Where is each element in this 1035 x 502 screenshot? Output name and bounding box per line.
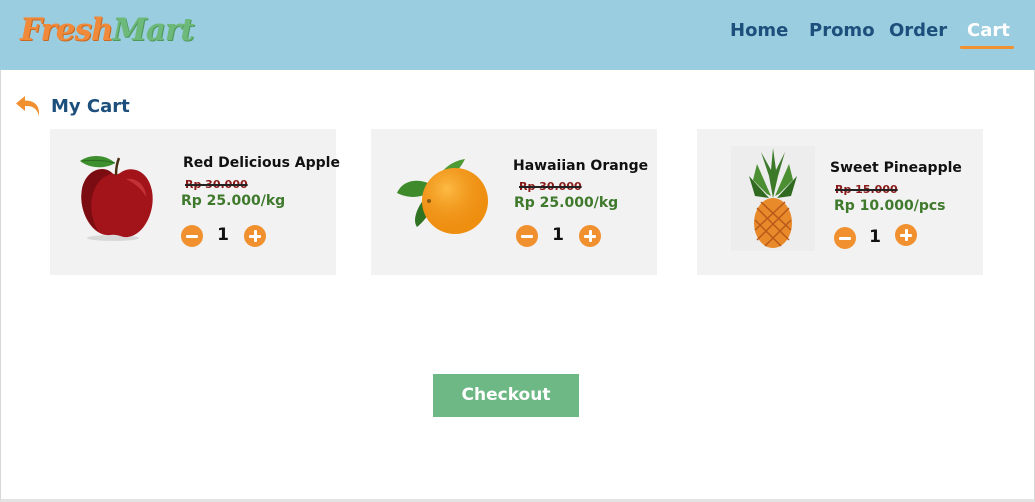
product-name: Hawaiian Orange	[513, 158, 649, 174]
minus-icon	[521, 234, 533, 238]
original-price: Rp 30.000	[519, 180, 582, 193]
increase-qty-button[interactable]	[895, 224, 917, 246]
discount-price: Rp 25.000/kg	[181, 193, 286, 209]
checkout-button[interactable]: Checkout	[433, 374, 579, 417]
decrease-qty-button[interactable]	[516, 225, 538, 247]
brand-logo-mart: Mart	[112, 12, 195, 48]
discount-price: Rp 10.000/pcs	[834, 198, 946, 214]
nav-cart-link[interactable]: Cart	[967, 20, 1010, 41]
brand-logo-fresh: Fresh	[20, 12, 114, 48]
original-price: Rp 15.000	[835, 183, 898, 196]
cart-item-card: Hawaiian Orange Rp 30.000 Rp 25.000/kg 1	[371, 129, 657, 275]
cart-item-card: Red Delicious Apple Rp 30.000 Rp 25.000/…	[50, 129, 340, 275]
product-name: Sweet Pineapple	[830, 160, 962, 176]
decrease-qty-button[interactable]	[181, 225, 203, 247]
quantity-value: 1	[552, 225, 564, 245]
nav-promo-link[interactable]: Promo	[809, 20, 875, 41]
quantity-value: 1	[869, 227, 881, 247]
increase-qty-button[interactable]	[579, 225, 601, 247]
minus-icon	[186, 234, 198, 238]
nav-active-indicator	[960, 46, 1014, 49]
page-title: My Cart	[51, 96, 130, 117]
navbar: FreshMart Home Promo Order Cart	[0, 0, 1035, 70]
apple-image	[76, 151, 166, 245]
original-price: Rp 30.000	[185, 178, 248, 191]
brand-logo[interactable]: FreshMart	[20, 12, 195, 48]
nav-order-link[interactable]: Order	[889, 20, 947, 41]
increase-qty-button[interactable]	[244, 225, 266, 247]
pineapple-image	[731, 146, 815, 251]
orange-image	[395, 157, 491, 241]
nav-home-link[interactable]: Home	[730, 20, 788, 41]
cart-item-card: Sweet Pineapple Rp 15.000 Rp 10.000/pcs …	[697, 129, 983, 275]
back-arrow-icon[interactable]	[14, 91, 44, 121]
discount-price: Rp 25.000/kg	[514, 195, 619, 211]
quantity-value: 1	[217, 225, 229, 245]
product-name: Red Delicious Apple	[183, 155, 340, 171]
decrease-qty-button[interactable]	[834, 227, 856, 249]
minus-icon	[839, 236, 851, 240]
